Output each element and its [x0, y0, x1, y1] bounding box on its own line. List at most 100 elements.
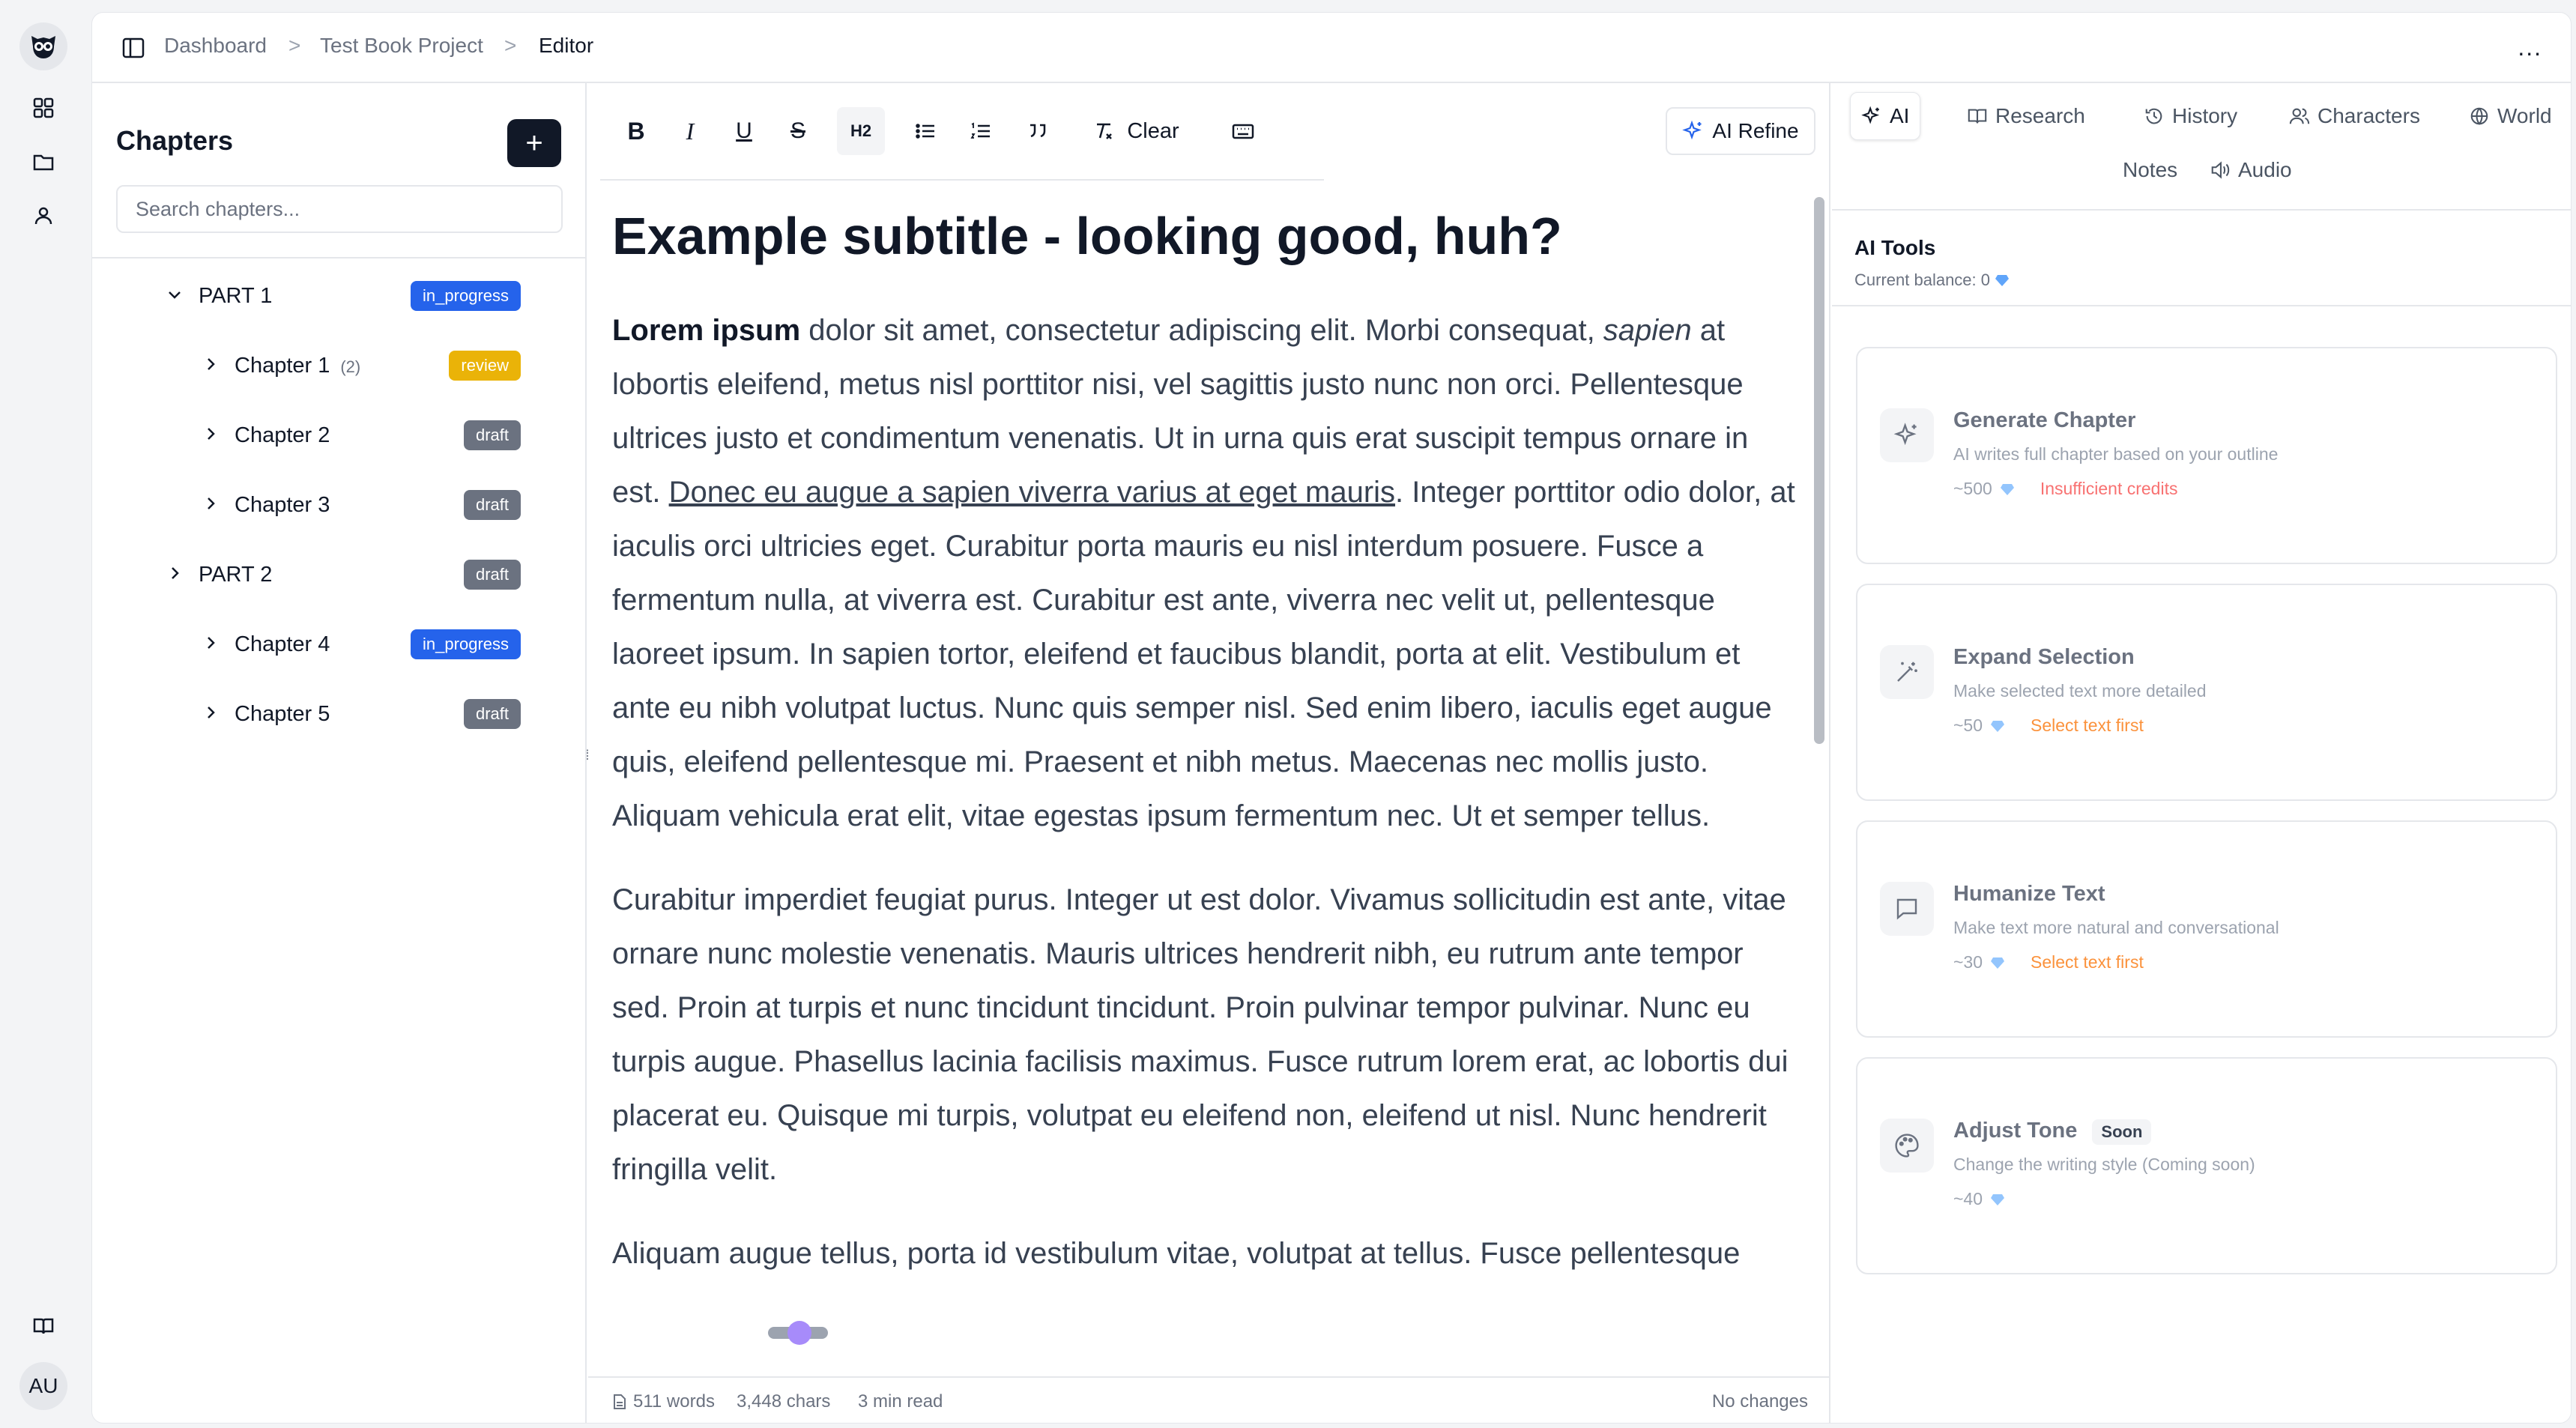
speaker-icon — [2211, 161, 2230, 179]
tool-title-text: Adjust Tone — [1953, 1119, 2078, 1143]
chevron-right-icon[interactable] — [199, 352, 223, 376]
assistant-panel: AI Research History Characters World Not… — [1832, 83, 2571, 1423]
tab-history[interactable]: History — [2133, 92, 2248, 140]
chevron-right-icon[interactable] — [199, 422, 223, 446]
tree-item-chapter-2[interactable]: Chapter 2 draft — [92, 413, 587, 458]
underlined-text: Donec eu augue a sapien viverra varius a… — [668, 476, 1396, 509]
palette-icon — [1880, 1119, 1934, 1173]
bold-text: Lorem ipsum — [612, 314, 801, 347]
users-icon — [2289, 108, 2310, 124]
owl-logo-icon[interactable] — [19, 22, 67, 70]
message-square-icon — [1880, 882, 1934, 936]
divider — [1832, 305, 2571, 306]
magic-wand-icon — [1880, 645, 1934, 699]
tree-item-part-1[interactable]: PART 1 in_progress — [92, 273, 587, 318]
status-badge: review — [449, 351, 521, 381]
sidebar-toggle-icon[interactable] — [121, 35, 146, 61]
tool-card-expand-selection[interactable]: Expand Selection Make selected text more… — [1856, 584, 2557, 801]
tree-item-chapter-3[interactable]: Chapter 3 draft — [92, 482, 587, 527]
chevron-right-icon[interactable] — [199, 491, 223, 515]
strikethrough-button[interactable]: S — [777, 107, 819, 155]
blockquote-icon[interactable] — [1017, 107, 1059, 155]
tool-title: Humanize Text — [1953, 882, 2105, 906]
ai-tools-title: AI Tools — [1854, 236, 1936, 259]
chapters-title: Chapters — [116, 125, 234, 156]
history-icon — [2145, 108, 2162, 124]
gem-icon — [1991, 957, 2005, 969]
document-icon — [614, 1394, 626, 1409]
avatar[interactable]: AU — [19, 1362, 67, 1410]
bullet-list-icon[interactable] — [904, 107, 946, 155]
chevron-right-icon[interactable] — [163, 561, 187, 585]
paragraph[interactable]: Curabitur imperdiet feugiat purus. Integ… — [612, 873, 1796, 1196]
text-run: . Integer porttitor odio dolor, at iacul… — [612, 476, 1795, 832]
read-time: 3 min read — [858, 1391, 943, 1412]
chevron-right-icon[interactable] — [199, 631, 223, 655]
folder-icon[interactable] — [25, 144, 61, 180]
tab-ai[interactable]: AI — [1850, 92, 1921, 140]
toolbar-divider — [600, 179, 1324, 181]
bottom-drag-knob[interactable] — [787, 1321, 811, 1345]
editor-toolbar: B I U S H2 Clear AI Refine — [588, 83, 1830, 182]
user-icon[interactable] — [25, 198, 61, 234]
bold-button[interactable]: B — [615, 107, 657, 155]
gem-icon — [1995, 275, 2009, 286]
clear-label: Clear — [1127, 118, 1179, 143]
keyboard-icon[interactable] — [1222, 107, 1264, 155]
editor-scrollbar[interactable] — [1814, 197, 1824, 744]
add-chapter-button[interactable]: + — [507, 119, 561, 167]
tool-title: Expand Selection — [1953, 645, 2135, 669]
tool-card-generate-chapter[interactable]: Generate Chapter AI writes full chapter … — [1856, 347, 2557, 564]
paragraph[interactable]: Lorem ipsum dolor sit amet, consectetur … — [612, 303, 1796, 843]
tab-notes[interactable]: Notes — [2112, 146, 2188, 194]
tool-cost: ~50 Select text first — [1953, 715, 2144, 736]
breadcrumb-project[interactable]: Test Book Project — [320, 34, 483, 58]
balance-label: Current balance: 0 — [1854, 270, 1990, 289]
tree-item-part-2[interactable]: PART 2 draft — [92, 552, 587, 597]
tab-audio[interactable]: Audio — [2199, 146, 2303, 194]
tree-item-label: Chapter 2 — [235, 423, 330, 447]
cost-value: ~30 — [1953, 952, 1983, 972]
paragraph[interactable]: Aliquam augue tellus, porta id vestibulu… — [612, 1226, 1796, 1280]
tab-characters[interactable]: Characters — [2279, 92, 2431, 140]
tool-note: Insufficient credits — [2040, 479, 2178, 498]
tab-research[interactable]: Research — [1956, 92, 2096, 140]
breadcrumb-current: Editor — [539, 34, 594, 57]
tree-item-chapter-5[interactable]: Chapter 5 draft — [92, 692, 587, 736]
search-chapters-input[interactable] — [116, 185, 563, 233]
tab-label: Audio — [2238, 158, 2292, 181]
tool-title: Generate Chapter — [1953, 408, 2136, 432]
clear-format-button[interactable]: Clear — [1080, 107, 1192, 155]
chapters-panel: Chapters + PART 1 in_progress Chapter 1 (… — [92, 83, 587, 1423]
italic-button[interactable]: I — [669, 107, 711, 155]
tool-card-humanize-text[interactable]: Humanize Text Make text more natural and… — [1856, 820, 2557, 1038]
ai-refine-button[interactable]: AI Refine — [1666, 107, 1815, 155]
gem-icon — [1991, 720, 2005, 732]
breadcrumb-dashboard[interactable]: Dashboard — [164, 34, 267, 58]
more-menu-button[interactable]: ... — [2518, 34, 2542, 61]
status-badge: draft — [463, 490, 521, 520]
tool-cost: ~40 — [1953, 1189, 2005, 1209]
underline-button[interactable]: U — [723, 107, 765, 155]
app-frame: Dashboard > Test Book Project > Editor .… — [91, 12, 2572, 1424]
chevron-down-icon[interactable] — [163, 282, 187, 306]
gem-icon — [2000, 483, 2014, 495]
tree-item-chapter-4[interactable]: Chapter 4 in_progress — [92, 622, 587, 667]
tool-card-adjust-tone[interactable]: Adjust Tone Soon Change the writing style… — [1856, 1057, 2557, 1274]
tree-item-chapter-1[interactable]: Chapter 1 (2) review — [92, 343, 587, 388]
char-count: 3,448 chars — [737, 1391, 831, 1412]
tab-label: Research — [1995, 104, 2085, 127]
top-bar: Dashboard > Test Book Project > Editor .… — [92, 13, 2571, 83]
tab-world[interactable]: World — [2458, 92, 2563, 140]
book-open-icon[interactable] — [25, 1308, 61, 1344]
heading-button[interactable]: H2 — [837, 107, 885, 155]
tab-label: AI — [1890, 104, 1910, 127]
document-content[interactable]: Example subtitle - looking good, huh? Lo… — [612, 194, 1796, 1363]
tool-note: Select text first — [2031, 952, 2144, 972]
dashboard-grid-icon[interactable] — [25, 90, 61, 126]
tool-description: Make selected text more detailed — [1953, 681, 2207, 701]
chevron-right-icon[interactable] — [199, 701, 223, 724]
cost-value: ~500 — [1953, 479, 1992, 498]
document-heading[interactable]: Example subtitle - looking good, huh? — [612, 199, 1796, 273]
ordered-list-icon[interactable] — [960, 107, 1002, 155]
